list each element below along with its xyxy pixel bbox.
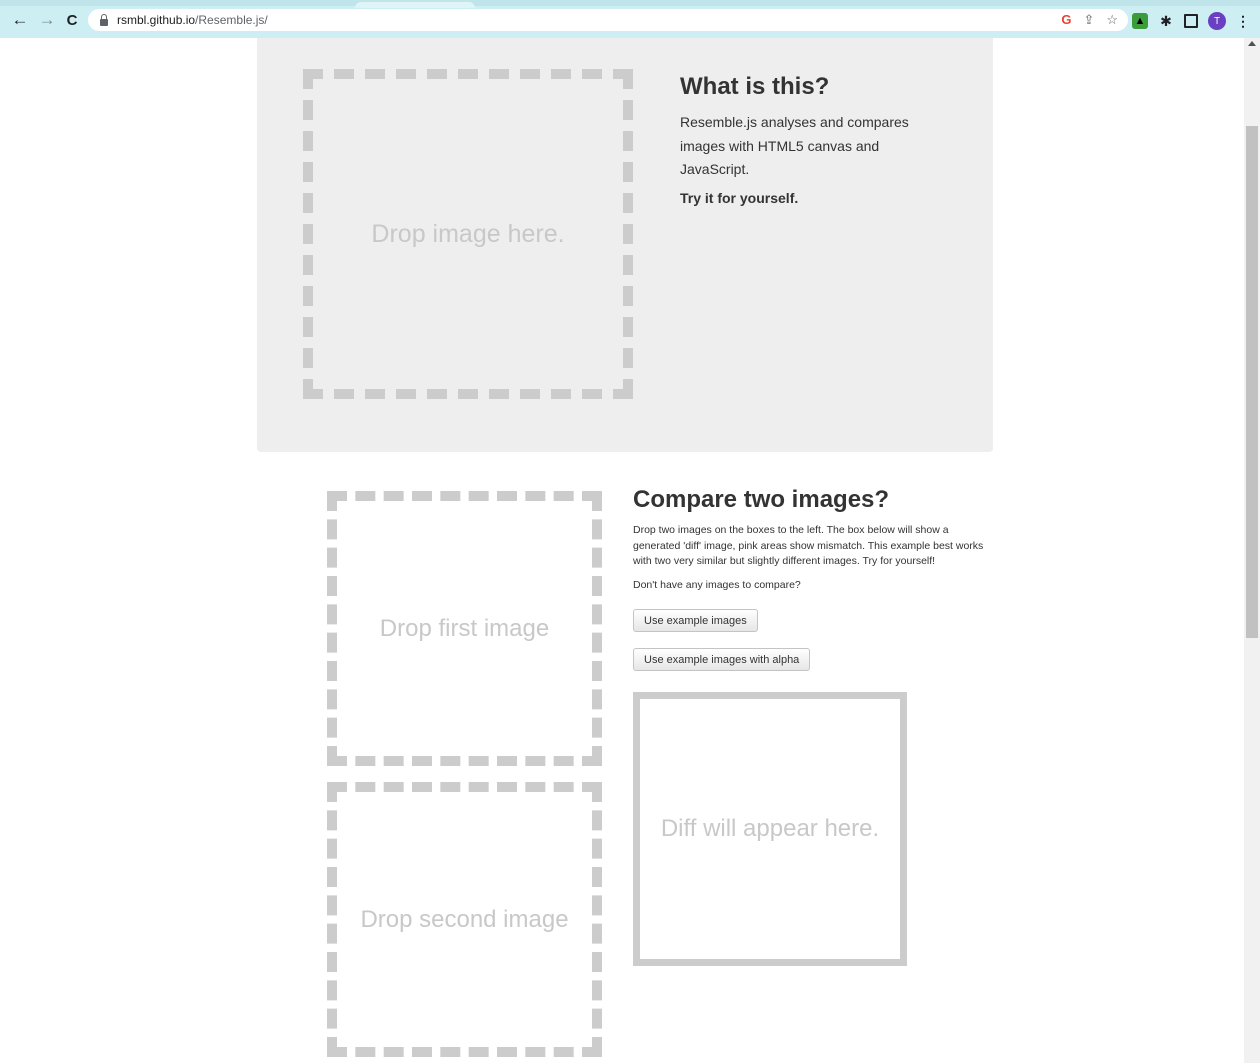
lock-icon[interactable] <box>100 13 108 26</box>
first-image-drop-zone[interactable]: Drop first image <box>327 491 602 766</box>
hero-title: What is this? <box>680 73 830 100</box>
menu-kebab-icon[interactable]: ⋮ <box>1236 13 1250 30</box>
compare-description: Drop two images on the boxes to the left… <box>633 524 984 567</box>
omnibox-actions: G ⇪ ☆ <box>1061 12 1118 28</box>
bookmark-star-icon[interactable]: ☆ <box>1106 12 1118 28</box>
hero-text: What is this? Resemble.js analyses and c… <box>680 72 940 206</box>
hero-section: Drop image here. What is this? Resemble.… <box>257 38 993 452</box>
extensions-puzzle-icon[interactable]: ✱ <box>1158 13 1174 29</box>
diff-output-box: Diff will appear here. <box>633 692 907 966</box>
diff-label: Diff will appear here. <box>660 815 880 842</box>
url-host: rsmbl.github.io <box>117 13 196 27</box>
second-image-drop-zone[interactable]: Drop second image <box>327 782 602 1057</box>
scroll-thumb[interactable] <box>1246 126 1258 638</box>
second-drop-label: Drop second image <box>360 905 569 933</box>
active-tab[interactable] <box>355 2 475 8</box>
hero-cta: Try it for yourself. <box>680 189 799 206</box>
scroll-up-arrow-icon[interactable] <box>1248 41 1256 46</box>
compare-title: Compare two images? <box>633 486 890 513</box>
use-example-images-alpha-button[interactable]: Use example images with alpha <box>633 648 811 671</box>
side-panel-icon[interactable] <box>1184 14 1198 28</box>
compare-question: Don't have any images to compare? <box>633 578 801 591</box>
hero-drop-zone[interactable]: Drop image here. <box>303 69 633 399</box>
profile-avatar[interactable]: T <box>1208 12 1226 30</box>
hero-drop-label: Drop image here. <box>371 219 565 248</box>
hero-description: Resemble.js analyses and compares images… <box>680 114 909 177</box>
url-text[interactable]: rsmbl.github.io/Resemble.js/ <box>117 13 268 27</box>
use-example-images-button[interactable]: Use example images <box>633 609 758 632</box>
extensions-area: ▲ ✱ T ⋮ <box>1132 12 1250 30</box>
address-bar[interactable]: rsmbl.github.io/Resemble.js/ G ⇪ ☆ <box>88 9 1128 31</box>
back-icon[interactable]: ← <box>9 9 31 31</box>
url-path: /Resemble.js/ <box>195 13 268 27</box>
first-drop-label: Drop first image <box>379 614 550 642</box>
reload-icon[interactable]: C <box>61 9 83 31</box>
google-translate-icon[interactable]: G <box>1061 12 1071 28</box>
tab-strip <box>0 0 1260 6</box>
page-scrollbar[interactable] <box>1244 38 1260 1063</box>
browser-toolbar: ← → C rsmbl.github.io/Resemble.js/ G ⇪ ☆… <box>0 0 1260 38</box>
compare-text: Compare two images? Drop two images on t… <box>633 485 988 591</box>
share-icon[interactable]: ⇪ <box>1083 12 1094 28</box>
extension-icon[interactable]: ▲ <box>1132 13 1148 29</box>
forward-icon[interactable]: → <box>36 9 58 31</box>
